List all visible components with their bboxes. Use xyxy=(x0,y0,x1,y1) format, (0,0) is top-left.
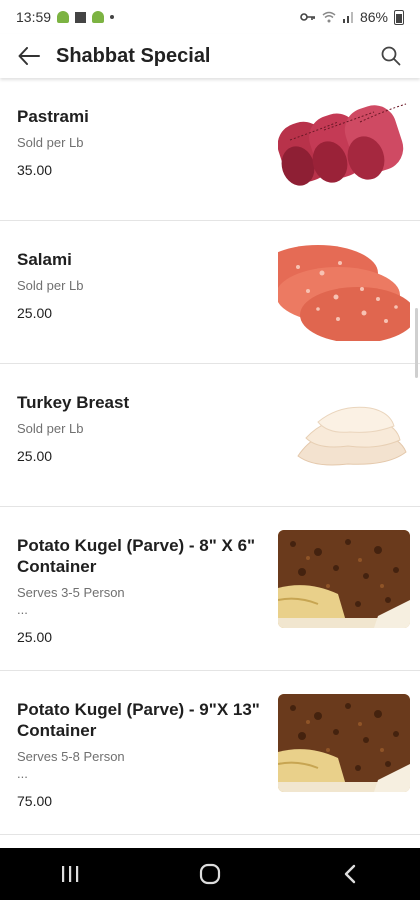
item-price: 75.00 xyxy=(17,793,53,809)
item-more: ... xyxy=(17,766,28,781)
item-image-potato-kugel[interactable] xyxy=(278,530,410,628)
item-info: Turkey Breast Sold per Lb 25.00 xyxy=(17,392,129,506)
recents-button[interactable] xyxy=(40,854,100,894)
app-bar: Shabbat Special xyxy=(0,34,420,78)
item-name: Turkey Breast xyxy=(17,393,130,412)
battery-percent: 86% xyxy=(359,9,388,25)
list-item[interactable]: Potato Kugel (Parve) - 8" X 6" Container… xyxy=(0,507,420,671)
arrow-left-icon xyxy=(18,47,40,65)
wifi-icon xyxy=(322,11,336,23)
list-item[interactable]: Salami Sold per Lb 25.00 xyxy=(0,221,420,364)
notification-dot-icon xyxy=(110,15,115,19)
item-subtitle: Sold per Lb xyxy=(17,135,84,150)
nav-back-button[interactable] xyxy=(320,854,380,894)
item-info: Salami Sold per Lb 25.00 xyxy=(17,249,84,363)
item-price: 25.00 xyxy=(17,448,53,464)
search-icon xyxy=(381,46,401,66)
item-name: Salami xyxy=(17,250,72,269)
item-subtitle: Serves 5-8 Person xyxy=(17,749,125,764)
status-right: 86% xyxy=(300,9,404,25)
item-subtitle: Sold per Lb xyxy=(17,421,84,436)
item-name: Potato Kugel (Parve) - 8" X 6" Container xyxy=(17,536,256,576)
status-left: 13:59 xyxy=(16,9,115,25)
item-image-potato-kugel[interactable] xyxy=(278,694,410,792)
item-image-turkey[interactable] xyxy=(278,386,410,484)
item-price: 35.00 xyxy=(17,162,53,178)
search-button[interactable] xyxy=(376,41,406,71)
list-item[interactable]: Potato Kugel (Parve) - 9"X 13" Container… xyxy=(0,671,420,835)
item-more: ... xyxy=(17,602,28,617)
product-list[interactable]: Pastrami Sold per Lb 35.00 Salami Sold p… xyxy=(0,78,420,848)
home-button[interactable] xyxy=(180,854,240,894)
android-icon xyxy=(92,11,105,23)
status-time: 13:59 xyxy=(16,9,52,25)
android-icon xyxy=(57,11,70,23)
item-name: Potato Kugel (Parve) - 9"X 13" Container xyxy=(17,700,260,740)
item-image-salami[interactable] xyxy=(278,243,410,341)
item-name: Pastrami xyxy=(17,107,89,126)
recents-icon xyxy=(62,866,79,882)
battery-icon xyxy=(394,9,404,25)
signal-icon xyxy=(342,12,353,23)
item-price: 25.00 xyxy=(17,629,53,645)
item-subtitle: Serves 3-5 Person xyxy=(17,585,125,600)
key-icon xyxy=(300,13,315,21)
item-info: Pastrami Sold per Lb 35.00 xyxy=(17,106,89,220)
item-image-pastrami[interactable] xyxy=(278,100,410,198)
list-item[interactable]: Pastrami Sold per Lb 35.00 xyxy=(0,78,420,221)
home-icon xyxy=(199,863,221,885)
nav-back-icon xyxy=(344,864,356,884)
page-title: Shabbat Special xyxy=(56,44,211,67)
system-nav-bar xyxy=(0,848,420,900)
list-item[interactable]: Turkey Breast Sold per Lb 25.00 xyxy=(0,364,420,507)
item-info: Potato Kugel (Parve) - 8" X 6" Container… xyxy=(17,535,267,670)
scroll-indicator[interactable] xyxy=(415,308,418,378)
back-button[interactable] xyxy=(14,41,44,71)
item-subtitle: Sold per Lb xyxy=(17,278,84,293)
status-bar: 13:59 86% xyxy=(0,0,420,34)
item-info: Potato Kugel (Parve) - 9"X 13" Container… xyxy=(17,699,267,834)
notification-square-icon xyxy=(75,11,87,23)
item-price: 25.00 xyxy=(17,305,53,321)
